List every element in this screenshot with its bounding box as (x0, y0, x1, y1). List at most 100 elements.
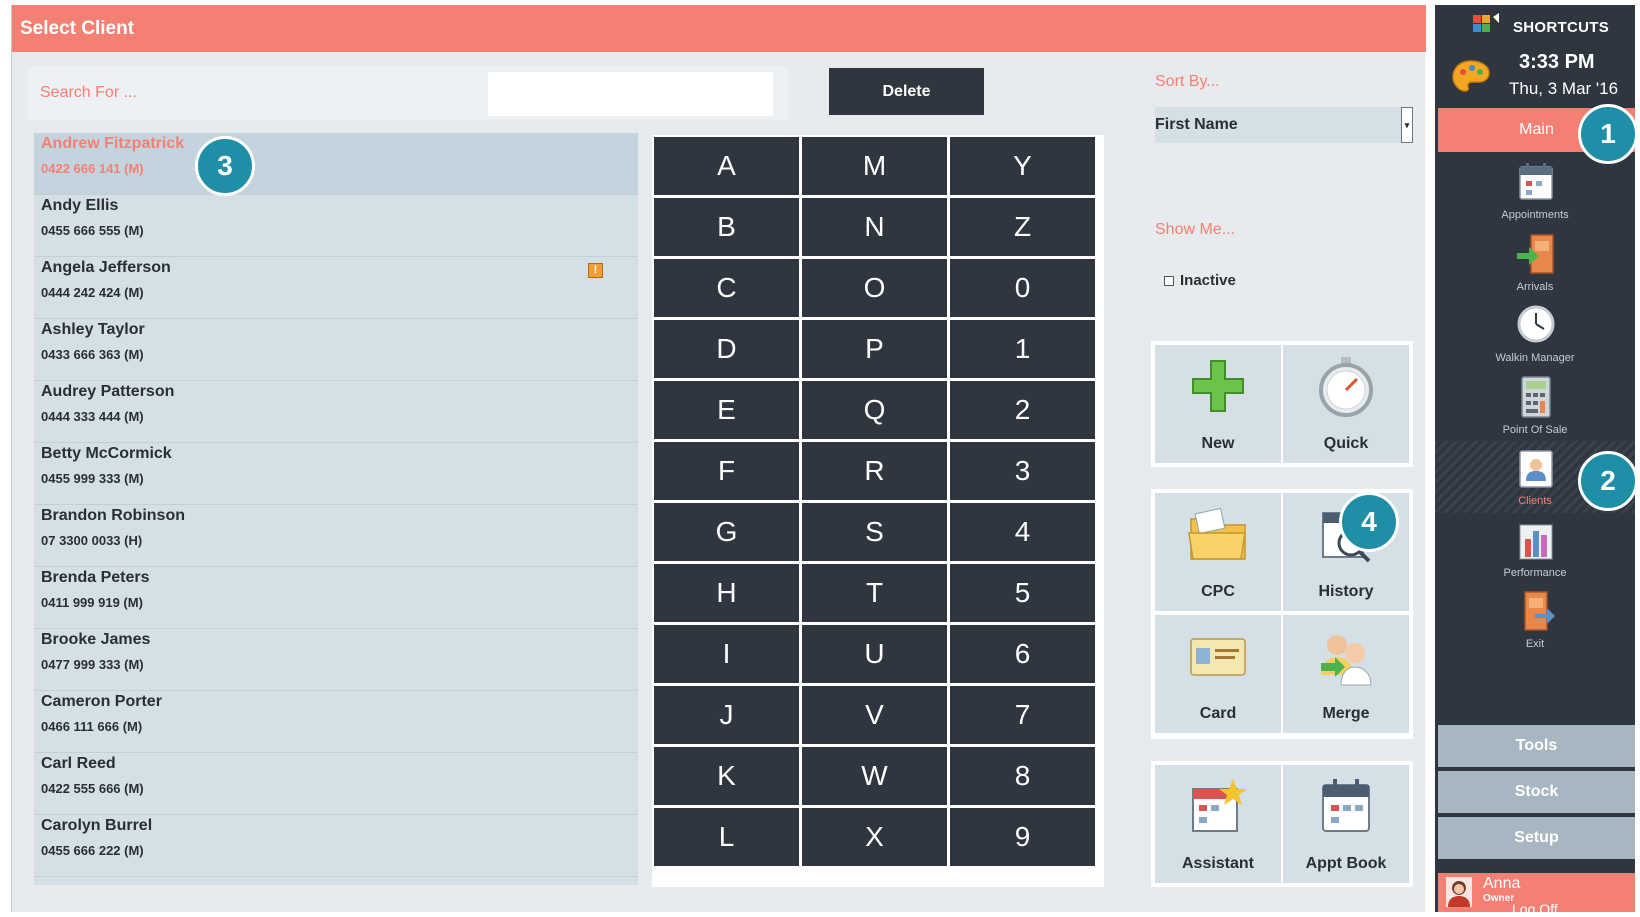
letter-button[interactable]: S (802, 503, 947, 561)
client-name: Brooke James (41, 631, 151, 648)
sidebar-item-walkin-manager[interactable]: Walkin Manager (1435, 298, 1635, 370)
letter-button[interactable]: 3 (950, 442, 1095, 500)
client-row[interactable]: Angela Jefferson 0444 242 424 (M)! (34, 257, 638, 319)
client-row[interactable]: Andrew Fitzpatrick 0422 666 141 (M) (34, 133, 638, 195)
create-panel: New Quick (1151, 341, 1413, 467)
letter-button[interactable]: Q (802, 381, 947, 439)
client-row[interactable]: Brenda Peters 0411 999 919 (M) (34, 567, 638, 629)
letter-button[interactable]: T (802, 564, 947, 622)
client-row[interactable]: Betty McCormick 0455 999 333 (M) (34, 443, 638, 505)
letter-button[interactable]: H (654, 564, 799, 622)
alert-icon[interactable]: ! (588, 263, 603, 278)
merge-button[interactable]: Merge (1283, 615, 1409, 733)
sidebar-item-arrivals[interactable]: Arrivals (1435, 227, 1635, 299)
letter-button[interactable]: 1 (950, 320, 1095, 378)
letter-button[interactable]: 6 (950, 625, 1095, 683)
sidebar-item-point-of-sale[interactable]: Point Of Sale (1435, 370, 1635, 442)
booking-panel: Assistant Appt Book (1151, 761, 1413, 887)
letter-button[interactable]: 9 (950, 808, 1095, 866)
sidebar-item-performance[interactable]: Performance (1435, 513, 1635, 585)
exit-door-icon (1524, 591, 1555, 631)
letter-button[interactable]: Z (950, 198, 1095, 256)
calculator-icon (1521, 375, 1551, 418)
setup-button[interactable]: Setup (1438, 817, 1635, 859)
log-off-link[interactable]: Log Off (1512, 901, 1558, 917)
tools-button[interactable]: Tools (1438, 725, 1635, 767)
callout-2: 2 (1578, 451, 1638, 511)
callout-4: 4 (1339, 492, 1399, 552)
client-row[interactable]: Brandon Robinson 07 3300 0033 (H) (34, 505, 638, 567)
client-phone: 0455 666 555 (M) (41, 223, 144, 238)
letter-button[interactable]: Y (950, 137, 1095, 195)
sidebar-item-exit[interactable]: Exit (1435, 584, 1635, 656)
letter-button[interactable]: J (654, 686, 799, 744)
letter-button[interactable]: 0 (950, 259, 1095, 317)
client-list[interactable]: Andrew Fitzpatrick 0422 666 141 (M) Andy E… (34, 133, 638, 885)
letter-button[interactable]: I (654, 625, 799, 683)
letter-button[interactable]: N (802, 198, 947, 256)
quick-client-button[interactable]: Quick (1283, 345, 1409, 463)
letter-button[interactable]: O (802, 259, 947, 317)
letter-button[interactable]: V (802, 686, 947, 744)
client-row[interactable]: Cameron Porter 0466 111 666 (M) (34, 691, 638, 753)
user-panel[interactable]: Anna Owner Log Off (1438, 873, 1635, 917)
clock-date: Thu, 3 Mar '16 (1509, 79, 1619, 98)
letter-button[interactable]: 2 (950, 381, 1095, 439)
client-name: Ashley Taylor (41, 321, 145, 338)
letter-button[interactable]: K (654, 747, 799, 805)
delete-button[interactable]: Delete (829, 68, 984, 115)
assistant-button[interactable]: Assistant (1155, 765, 1281, 883)
letter-button[interactable]: M (802, 137, 947, 195)
letter-button[interactable]: C (654, 259, 799, 317)
assistant-label: Assistant (1181, 855, 1255, 872)
client-row[interactable]: Ashley Taylor 0433 666 363 (M) (34, 319, 638, 381)
arrivals-door-icon (1517, 233, 1554, 274)
client-name: Carolyn Burrel (41, 817, 153, 834)
letter-button[interactable]: U (802, 625, 947, 683)
chevron-down-icon[interactable]: ▾ (1401, 107, 1413, 143)
avatar (1446, 877, 1472, 907)
sort-by-select[interactable]: First Name ▾ (1155, 107, 1413, 143)
client-row[interactable]: Audrey Patterson 0444 333 444 (M) (34, 381, 638, 443)
calendar-icon (1519, 163, 1553, 200)
sidebar-item-appointments[interactable]: Appointments (1435, 155, 1635, 227)
client-row[interactable]: Carolyn Burrel 0455 666 222 (M) (34, 815, 638, 877)
search-input[interactable] (488, 72, 773, 116)
client-row[interactable]: Brooke James 0477 999 333 (M) (34, 629, 638, 691)
letter-button[interactable]: R (802, 442, 947, 500)
client-row[interactable]: Carl Reed 0422 555 666 (M) (34, 753, 638, 815)
letter-button[interactable]: D (654, 320, 799, 378)
stock-button[interactable]: Stock (1438, 771, 1635, 813)
letter-button[interactable]: G (654, 503, 799, 561)
user-role: Owner (1483, 893, 1515, 904)
letter-button[interactable]: 4 (950, 503, 1095, 561)
letter-button[interactable]: 8 (950, 747, 1095, 805)
letter-button[interactable]: F (654, 442, 799, 500)
letter-button[interactable]: 5 (950, 564, 1095, 622)
client-row[interactable]: Andy Ellis 0455 666 555 (M) (34, 195, 638, 257)
sidebar-item-label: Appointments (1501, 209, 1569, 221)
client-name: Brenda Peters (41, 569, 150, 586)
app-logo-icon (1473, 13, 1499, 32)
history-label: History (1318, 583, 1374, 600)
letter-button[interactable]: X (802, 808, 947, 866)
client-name: Audrey Patterson (41, 383, 175, 400)
letter-button[interactable]: A (654, 137, 799, 195)
card-button[interactable]: Card (1155, 615, 1281, 733)
client-phone: 0455 999 333 (M) (41, 471, 144, 486)
client-phone: 0444 242 424 (M) (41, 285, 144, 300)
new-client-button[interactable]: New (1155, 345, 1281, 463)
user-name: Anna (1483, 875, 1521, 892)
letter-button[interactable]: W (802, 747, 947, 805)
letter-button[interactable]: L (654, 808, 799, 866)
appt-book-button[interactable]: Appt Book (1283, 765, 1409, 883)
letter-button[interactable]: 7 (950, 686, 1095, 744)
letter-button[interactable]: E (654, 381, 799, 439)
cpc-button[interactable]: CPC (1155, 493, 1281, 611)
sort-by-label: Sort By... (1155, 73, 1220, 90)
letter-button[interactable]: P (802, 320, 947, 378)
letter-button[interactable]: B (654, 198, 799, 256)
sidebar-item-label: Walkin Manager (1495, 352, 1575, 364)
client-phone: 0422 666 141 (M) (41, 161, 144, 176)
inactive-checkbox[interactable] (1164, 276, 1174, 286)
